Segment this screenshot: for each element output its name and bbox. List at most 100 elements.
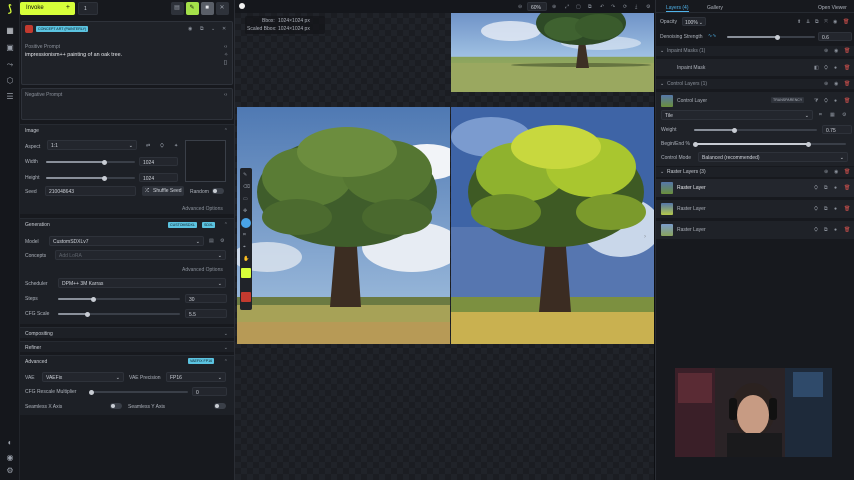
begin-end-slider[interactable] bbox=[693, 141, 846, 147]
aspect-select[interactable]: 1:1 ⌄ bbox=[47, 140, 137, 150]
cfg-scale-slider[interactable] bbox=[58, 311, 180, 317]
undo-icon[interactable]: ↶ bbox=[600, 4, 604, 10]
shuffle-seed-button[interactable]: ⤮ Shuffle Seed bbox=[142, 186, 184, 196]
settings-icon[interactable]: ⚙ bbox=[646, 4, 650, 10]
bbox-icon[interactable]: ⌗ bbox=[243, 232, 246, 238]
chevron-up-icon[interactable]: ⌃ bbox=[224, 359, 228, 365]
lock-icon[interactable]: ⛭ bbox=[824, 65, 828, 71]
fill-color-swatch[interactable] bbox=[241, 268, 251, 278]
denoise-input[interactable]: 0.6 bbox=[818, 32, 852, 41]
height-slider[interactable] bbox=[46, 175, 135, 181]
generation-advanced-options[interactable]: Advanced Options bbox=[182, 267, 223, 273]
zoom-out-icon[interactable]: ⊖ bbox=[518, 4, 522, 10]
inpaint-mask-layer[interactable]: Inpaint Mask ◧ ⛭ ● 🗑 bbox=[656, 59, 854, 76]
control-layer-thumbnail[interactable] bbox=[661, 95, 673, 107]
seed-input[interactable]: 210048643 bbox=[45, 186, 136, 196]
trash-icon[interactable]: 🗑 bbox=[844, 169, 850, 175]
cfg-rescale-input[interactable]: 0 bbox=[192, 387, 227, 396]
duplicate-icon[interactable]: ⧉ bbox=[824, 185, 828, 191]
chevron-up-icon[interactable]: ⌃ bbox=[224, 128, 228, 134]
eraser-icon[interactable]: ⌫ bbox=[243, 184, 250, 190]
weight-slider[interactable] bbox=[694, 127, 817, 133]
merge-icon[interactable]: ⇊ bbox=[806, 19, 810, 25]
rect-icon[interactable]: ▭ bbox=[243, 196, 248, 202]
raster-layer-1[interactable]: Raster Layer ⛭ ⧉ ● 🗑 bbox=[656, 179, 854, 197]
trash-icon[interactable]: 🗑 bbox=[844, 98, 850, 104]
scheduler-select[interactable]: DPM++ 3M Karras ⌄ bbox=[58, 278, 226, 288]
redo-icon[interactable]: ↷ bbox=[611, 4, 615, 10]
add-layer-icon[interactable]: ⬆ bbox=[797, 19, 801, 25]
width-slider[interactable] bbox=[46, 159, 135, 165]
positive-prompt-input[interactable]: impressionism++ painting of an oak tree. bbox=[25, 52, 122, 58]
fit-icon[interactable]: ⤢ bbox=[565, 4, 569, 10]
add-icon[interactable]: ⊕ bbox=[824, 169, 828, 175]
trash-icon[interactable]: 🗑 bbox=[843, 19, 849, 25]
seamless-y-toggle[interactable] bbox=[214, 403, 226, 409]
model-manager-icon[interactable]: ▤ bbox=[209, 238, 214, 244]
settings-icon[interactable]: ⚙ bbox=[5, 466, 15, 476]
workflow-icon[interactable]: ⤳ bbox=[5, 60, 15, 70]
zoom-in-icon[interactable]: ⊕ bbox=[552, 4, 556, 10]
add-icon[interactable]: ⊕ bbox=[824, 48, 828, 54]
chevron-down-icon[interactable]: ⌄ bbox=[211, 26, 215, 32]
filter-icon[interactable]: ⧩ bbox=[814, 98, 818, 104]
chevron-up-icon[interactable]: ⌃ bbox=[224, 222, 228, 228]
transform-icon[interactable]: ⤧ bbox=[824, 19, 828, 25]
image-section-title[interactable]: Image bbox=[25, 128, 39, 134]
vae-select[interactable]: VAEFix ⌄ bbox=[42, 372, 124, 382]
style-preset-badge[interactable]: CONCEPT ART (PAINTERLY) bbox=[36, 26, 89, 32]
swap-icon[interactable]: ⇄ bbox=[146, 143, 150, 149]
trash-icon[interactable]: 🗑 bbox=[844, 227, 850, 233]
lock-icon[interactable]: ⛭ bbox=[814, 206, 818, 212]
raster-layers-header[interactable]: ⌄ Raster Layers (3) ⊕ ◉ 🗑 bbox=[656, 167, 854, 177]
cfg-rescale-slider[interactable] bbox=[89, 389, 188, 395]
reset-icon[interactable]: ⟳ bbox=[623, 4, 627, 10]
hand-icon[interactable]: ✋ bbox=[243, 256, 249, 262]
settings-icon[interactable]: ⚙ bbox=[842, 112, 846, 118]
inpaint-masks-header[interactable]: ⌄ Inpaint Masks (1) ⊕ ◉ 🗑 bbox=[656, 46, 854, 56]
pipette-icon[interactable]: ⌖ bbox=[243, 244, 246, 250]
eye-icon[interactable]: ◉ bbox=[834, 48, 838, 54]
queue-icon[interactable]: ☰ bbox=[5, 92, 15, 102]
eye-icon[interactable]: ◉ bbox=[834, 169, 838, 175]
lock-icon[interactable]: ⛭ bbox=[824, 98, 828, 104]
copy-icon[interactable]: ⧉ bbox=[200, 26, 204, 32]
view-tool-button[interactable] bbox=[241, 218, 251, 228]
weight-input[interactable]: 0.75 bbox=[822, 125, 852, 134]
random-seed-toggle[interactable] bbox=[212, 188, 224, 194]
staging-arrow-icon[interactable]: › bbox=[644, 234, 652, 242]
download-icon[interactable]: ⤓ bbox=[635, 4, 637, 10]
refiner-section[interactable]: Refiner ⌄ bbox=[20, 341, 234, 352]
eye-icon[interactable]: ◉ bbox=[833, 19, 837, 25]
tab-gallery[interactable]: Gallery bbox=[707, 5, 723, 11]
lock-icon[interactable]: ⛭ bbox=[814, 185, 818, 191]
zoom-select[interactable]: 60% bbox=[527, 2, 547, 11]
steps-slider[interactable] bbox=[58, 296, 180, 302]
tab-layers[interactable]: Layers (4) bbox=[666, 5, 689, 12]
frame-icon[interactable]: ▢ bbox=[576, 4, 581, 10]
compositing-section[interactable]: Compositing ⌄ bbox=[20, 327, 234, 338]
duplicate-icon[interactable]: ⧉ bbox=[824, 206, 828, 212]
visibility-icon[interactable]: ● bbox=[834, 227, 837, 233]
sparkle-icon[interactable]: ✧ bbox=[224, 52, 228, 58]
vae-precision-select[interactable]: FP16 ⌄ bbox=[166, 372, 226, 382]
opacity-input[interactable]: 100% ⌄ bbox=[682, 17, 706, 26]
visibility-icon[interactable]: ● bbox=[834, 98, 837, 104]
info-icon[interactable]: ◐ bbox=[5, 438, 15, 448]
height-input[interactable]: 1024 bbox=[139, 173, 178, 182]
grid-icon[interactable]: ▦ bbox=[830, 112, 835, 118]
control-layer-label[interactable]: Control Layer bbox=[677, 98, 707, 104]
negative-prompt-card[interactable]: Negative Prompt ‹› bbox=[21, 88, 233, 120]
width-input[interactable]: 1024 bbox=[139, 157, 178, 166]
trash-icon[interactable]: 🗑 bbox=[844, 81, 850, 87]
steps-input[interactable]: 30 bbox=[185, 294, 227, 303]
visibility-icon[interactable]: ● bbox=[834, 185, 837, 191]
image-icon[interactable]: ▣ bbox=[5, 43, 15, 53]
eye-icon[interactable]: ◉ bbox=[188, 26, 192, 32]
open-viewer-button[interactable]: Open Viewer bbox=[818, 5, 847, 11]
trash-icon[interactable]: 🗑 bbox=[844, 65, 850, 71]
trash-icon[interactable]: 🗑 bbox=[844, 206, 850, 212]
settings-icon[interactable]: ⚙ bbox=[220, 238, 224, 244]
concepts-select[interactable]: Add LoRA ⌄ bbox=[55, 250, 226, 260]
raster-layer-3[interactable]: Raster Layer ⛭ ⧉ ● 🗑 bbox=[656, 221, 854, 239]
